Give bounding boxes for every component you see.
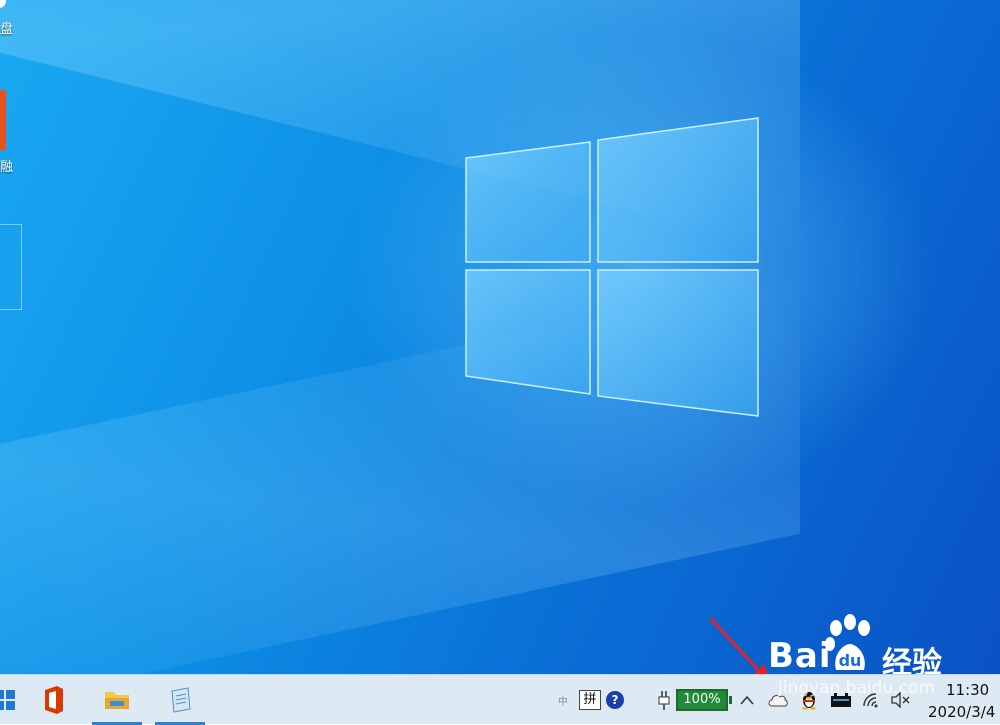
app-icon (0, 90, 6, 150)
help-icon: ? (606, 691, 624, 709)
battery-percent: 100% (676, 689, 728, 711)
taskbar-notepad-button[interactable] (155, 675, 205, 725)
office-icon (45, 686, 63, 714)
desktop-icon-label: 盘 (0, 22, 14, 37)
watermark-logo-suffix: 经验 (882, 646, 942, 674)
ime-mode-indicator[interactable]: 中 (554, 675, 572, 725)
clock-time: 11:30 (946, 681, 990, 699)
notepad-icon (171, 687, 191, 713)
desktop-wallpaper: 盘 融 Bai du 经验 (0, 0, 1000, 674)
windows-logo (465, 117, 759, 417)
baidu-watermark: Bai du 经验 (764, 612, 1000, 674)
watermark-url: jingyan.baidu.com (778, 678, 935, 698)
folder-icon (105, 692, 129, 709)
ime-pinyin-label: 拼 (579, 690, 601, 710)
taskbar-file-explorer-button[interactable] (92, 675, 142, 725)
ime-pinyin-button[interactable]: 拼 (578, 675, 602, 725)
clock-date: 2020/3/4 (928, 703, 996, 721)
ime-help-button[interactable]: ? (604, 675, 626, 725)
start-button[interactable] (0, 675, 30, 725)
windows-start-icon (0, 690, 15, 710)
battery-tip (729, 696, 732, 704)
power-plug-icon (658, 691, 670, 710)
battery-indicator[interactable]: 100% (652, 675, 736, 725)
chevron-up-icon (740, 695, 754, 705)
baidu-paw-icon: du (825, 614, 870, 670)
show-hidden-icons-button[interactable] (736, 675, 758, 725)
desktop-icon-label: 融 (0, 160, 14, 175)
taskbar-office-button[interactable] (28, 675, 78, 725)
drive-icon (0, 0, 6, 8)
selected-icon-frame[interactable] (0, 224, 22, 310)
svg-text:du: du (839, 651, 862, 670)
